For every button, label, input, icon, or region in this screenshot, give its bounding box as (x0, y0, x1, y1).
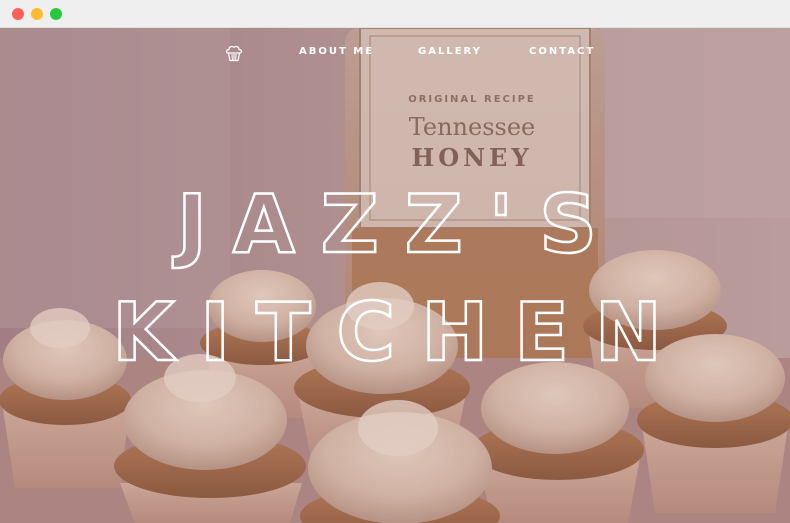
window-titlebar (0, 0, 790, 28)
minimize-window-button[interactable] (31, 8, 43, 20)
maximize-window-button[interactable] (50, 8, 62, 20)
hero-section: ORIGINAL RECIPE Tennessee HONEY ABOUT ME… (0, 28, 790, 523)
hero-title-line-2: KITCHEN (112, 286, 688, 379)
hero-title: JAZZ'S KITCHEN (111, 177, 688, 381)
close-window-button[interactable] (12, 8, 24, 20)
browser-window: ORIGINAL RECIPE Tennessee HONEY ABOUT ME… (0, 0, 790, 523)
hero-title-line-1: JAZZ'S (172, 178, 623, 271)
